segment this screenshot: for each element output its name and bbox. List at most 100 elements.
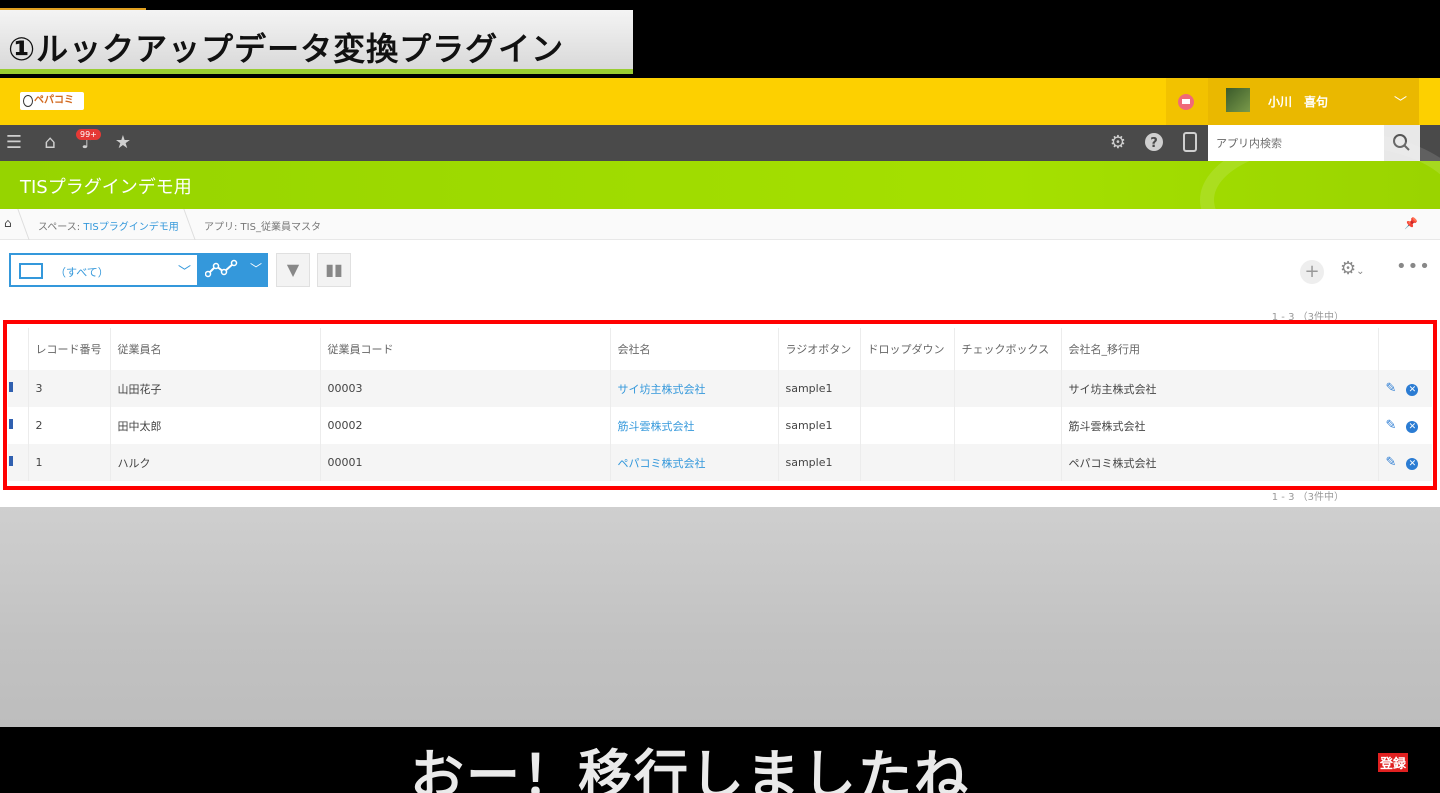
company-logo[interactable]: ペパコミ bbox=[20, 92, 84, 110]
menu-icon[interactable]: ☰ bbox=[3, 132, 25, 154]
table-row[interactable]: 2 田中太郎 00002 筋斗雲株式会社 sample1 筋斗雲株式会社 ✎ ✕ bbox=[8, 407, 1432, 444]
table-view-icon bbox=[19, 263, 43, 279]
list-toolbar: （すべて） ﹀ ﹀ ▼ ▮▮ + ⚙⌄ ••• bbox=[0, 250, 1440, 292]
record-table: レコード番号 従業員名 従業員コード 会社名 ラジオボタン ドロップダウン チェ… bbox=[8, 328, 1432, 481]
cell-company-link[interactable]: ペパコミ株式会社 bbox=[609, 444, 778, 481]
breadcrumb-home-icon[interactable]: ⌂ bbox=[4, 216, 12, 230]
column-header[interactable]: 従業員コード bbox=[319, 328, 610, 370]
app-title: TISプラグインデモ用 bbox=[20, 177, 192, 198]
subscribe-button[interactable]: 登録 bbox=[1378, 753, 1409, 772]
column-header[interactable]: レコード番号 bbox=[27, 328, 110, 370]
column-header[interactable]: ラジオボタン bbox=[777, 328, 860, 370]
svg-text:?: ? bbox=[1150, 136, 1158, 151]
cell-employee-name: 田中太郎 bbox=[109, 407, 320, 444]
bar-chart-icon: ▮▮ bbox=[325, 260, 343, 279]
row-detail-icon[interactable] bbox=[9, 456, 13, 466]
column-header[interactable]: 従業員名 bbox=[109, 328, 320, 370]
settings-button[interactable]: ⚙⌄ bbox=[1340, 258, 1365, 279]
star-icon[interactable]: ★ bbox=[112, 132, 134, 154]
user-name: 小川 喜句 bbox=[1268, 95, 1329, 109]
chevron-down-icon: ﹀ bbox=[249, 262, 262, 276]
column-header[interactable]: チェックボックス bbox=[953, 328, 1061, 370]
video-title-banner: ①ルックアップデータ変換プラグイン bbox=[0, 10, 633, 74]
pin-icon[interactable]: 📌 bbox=[1404, 217, 1418, 230]
cell-record-number: 3 bbox=[27, 370, 110, 407]
breadcrumb-space-link[interactable]: TISプラグインデモ用 bbox=[83, 222, 178, 233]
logo-text: ペパコミ bbox=[34, 95, 74, 106]
help-icon[interactable]: ? bbox=[1143, 132, 1165, 154]
chart-button[interactable]: ▮▮ bbox=[317, 253, 351, 287]
cell-employee-code: 00002 bbox=[319, 407, 610, 444]
video-title: ①ルックアップデータ変換プラグイン bbox=[8, 30, 565, 68]
gear-icon[interactable]: ⚙ bbox=[1107, 132, 1129, 154]
column-header[interactable]: 会社名 bbox=[609, 328, 778, 370]
cell-employee-name: 山田花子 bbox=[109, 370, 320, 407]
logo-mark-icon bbox=[23, 95, 33, 107]
cell-radio: sample1 bbox=[777, 370, 860, 407]
more-icon: ••• bbox=[1396, 256, 1431, 277]
edit-pencil-icon[interactable]: ✎ bbox=[1386, 381, 1397, 396]
cell-radio: sample1 bbox=[777, 407, 860, 444]
pager-bottom: 1 - 3 （3件中） bbox=[1271, 492, 1344, 503]
filter-icon: ▼ bbox=[286, 260, 300, 279]
breadcrumb-space-prefix: スペース: bbox=[38, 222, 84, 233]
column-header-marker bbox=[8, 328, 28, 370]
edit-pencil-icon[interactable]: ✎ bbox=[1386, 418, 1397, 433]
table-row[interactable]: 3 山田花子 00003 サイ坊主株式会社 sample1 サイ坊主株式会社 ✎… bbox=[8, 370, 1432, 407]
cell-record-number: 2 bbox=[27, 407, 110, 444]
column-header[interactable]: ドロップダウン bbox=[859, 328, 954, 370]
avatar bbox=[1226, 88, 1250, 112]
filter-button[interactable]: ▼ bbox=[276, 253, 310, 287]
cell-company-migration: 筋斗雲株式会社 bbox=[1060, 407, 1378, 444]
table-row[interactable]: 1 ハルク 00001 ペパコミ株式会社 sample1 ペパコミ株式会社 ✎ ✕ bbox=[8, 444, 1432, 481]
cell-company-link[interactable]: 筋斗雲株式会社 bbox=[609, 407, 778, 444]
cell-company-migration: サイ坊主株式会社 bbox=[1060, 370, 1378, 407]
delete-icon[interactable]: ✕ bbox=[1406, 421, 1419, 433]
cell-employee-code: 00001 bbox=[319, 444, 610, 481]
cell-checkbox bbox=[953, 370, 1061, 407]
cell-checkbox bbox=[953, 444, 1061, 481]
cell-checkbox bbox=[953, 407, 1061, 444]
record-list-view: ⌂ スペース: TISプラグインデモ用 アプリ: TIS_従業員マスタ 📌 （す… bbox=[0, 209, 1440, 507]
user-menu[interactable]: 小川 喜句 ﹀ bbox=[1208, 78, 1419, 125]
cell-dropdown bbox=[859, 407, 954, 444]
chevron-down-icon: ﹀ bbox=[177, 265, 191, 280]
cell-employee-name: ハルク bbox=[109, 444, 320, 481]
gear-icon: ⚙ bbox=[1340, 258, 1357, 279]
edit-pencil-icon[interactable]: ✎ bbox=[1386, 455, 1397, 470]
view-select-value: （すべて） bbox=[55, 266, 109, 279]
cell-dropdown bbox=[859, 444, 954, 481]
mail-button[interactable] bbox=[1166, 78, 1208, 125]
video-subtitle: おー！移行しましたね bbox=[410, 744, 970, 793]
global-nav-bar: ☰ ⌂ ♪ 99+ ★ ⚙ ? bbox=[0, 125, 1440, 161]
notification-badge: 99+ bbox=[76, 129, 101, 140]
delete-icon[interactable]: ✕ bbox=[1406, 384, 1419, 396]
add-record-button[interactable]: + bbox=[1300, 260, 1324, 284]
more-options-button[interactable]: ••• bbox=[1396, 256, 1431, 277]
cell-record-number: 1 bbox=[27, 444, 110, 481]
breadcrumb: ⌂ スペース: TISプラグインデモ用 アプリ: TIS_従業員マスタ 📌 bbox=[0, 209, 1440, 240]
video-frame: ①ルックアップデータ変換プラグイン ペパコミ 小川 喜句 ﹀ ☰ ⌂ ♪ 99+… bbox=[0, 0, 1440, 793]
breadcrumb-space[interactable]: スペース: TISプラグインデモ用 bbox=[38, 218, 179, 233]
graph-button[interactable]: ﹀ bbox=[199, 253, 268, 287]
cell-employee-code: 00003 bbox=[319, 370, 610, 407]
graph-line-icon bbox=[205, 259, 238, 278]
mobile-icon[interactable] bbox=[1179, 132, 1201, 154]
table-header-row: レコード番号 従業員名 従業員コード 会社名 ラジオボタン ドロップダウン チェ… bbox=[8, 328, 1432, 370]
row-detail-icon[interactable] bbox=[9, 419, 13, 429]
mail-icon bbox=[1178, 94, 1194, 110]
cell-company-link[interactable]: サイ坊主株式会社 bbox=[609, 370, 778, 407]
home-icon[interactable]: ⌂ bbox=[39, 132, 61, 154]
subtitle-bar: おー！移行しましたね 登録 bbox=[0, 727, 1440, 793]
cell-radio: sample1 bbox=[777, 444, 860, 481]
delete-icon[interactable]: ✕ bbox=[1406, 458, 1419, 470]
caret-down-icon: ⌄ bbox=[1356, 266, 1365, 277]
row-detail-icon[interactable] bbox=[9, 382, 13, 392]
chevron-down-icon: ﹀ bbox=[1393, 96, 1407, 111]
column-header bbox=[1377, 328, 1432, 370]
breadcrumb-app[interactable]: アプリ: TIS_従業員マスタ bbox=[204, 218, 321, 233]
view-select[interactable]: （すべて） ﹀ bbox=[9, 253, 199, 287]
cell-company-migration: ペパコミ株式会社 bbox=[1060, 444, 1378, 481]
empty-page-area bbox=[0, 507, 1440, 727]
column-header[interactable]: 会社名_移行用 bbox=[1060, 328, 1378, 370]
